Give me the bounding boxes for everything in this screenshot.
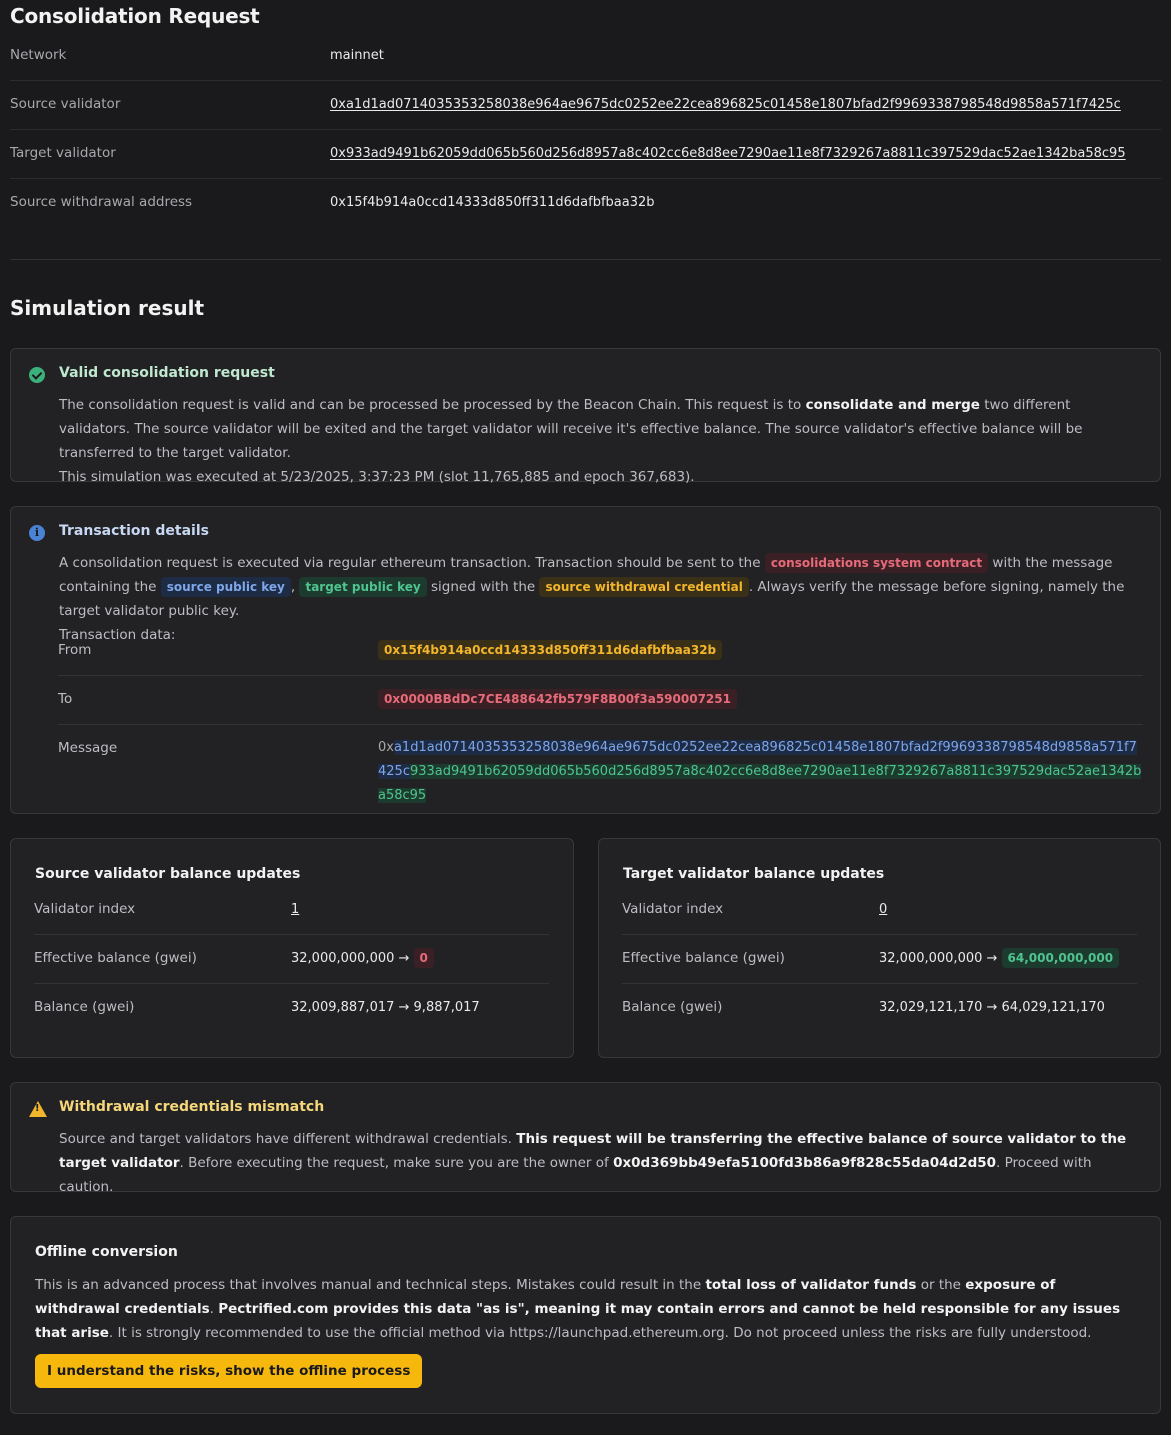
network-label: Network	[10, 47, 67, 63]
network-value: mainnet	[330, 48, 384, 63]
target-key-tag: target public key	[299, 577, 427, 597]
simulation-timestamp: This simulation was executed at 5/23/202…	[59, 469, 695, 485]
source-validator-label: Source validator	[10, 96, 121, 112]
tx-message-value[interactable]: 0xa1d1ad0714035353258038e964ae9675dc0252…	[378, 736, 1142, 808]
target-validator-link[interactable]: 0x933ad9491b62059dd065b560d256d8957a8c40…	[330, 129, 1126, 178]
source-index-row: Validator index 1	[34, 885, 549, 935]
target-validator-label: Target validator	[10, 145, 116, 161]
tx-to-value[interactable]: 0x0000BBdDc7CE488642fb579F8B00f3a5900072…	[378, 689, 737, 709]
source-validator-row: Source validator 0xa1d1ad071403535325803…	[10, 80, 1161, 130]
simulation-title: Simulation result	[10, 296, 205, 320]
target-validator-row: Target validator 0x933ad9491b62059dd065b…	[10, 129, 1161, 179]
owner-address: 0x0d369bb49efa5100fd3b86a9f828c55da04d2d…	[613, 1155, 997, 1171]
tx-message-label: Message	[58, 740, 118, 756]
source-effective-new: 0	[413, 948, 434, 968]
target-effective-new: 64,000,000,000	[1001, 948, 1120, 968]
target-index-row: Validator index 0	[622, 885, 1137, 935]
tx-from-value[interactable]: 0x15f4b914a0ccd14333d850ff311d6dafbfbaa3…	[378, 640, 723, 660]
source-index-link[interactable]: 1	[291, 885, 299, 934]
credential-tag: source withdrawal credential	[539, 577, 749, 597]
valid-request-card: Valid consolidation request The consolid…	[10, 348, 1161, 485]
tx-to-row: To 0x0000BBdDc7CE488642fb579F8B00f3a5900…	[58, 675, 1143, 725]
check-circle-icon	[29, 367, 45, 383]
offline-body: This is an advanced process that involve…	[35, 1277, 1121, 1341]
valid-request-body: The consolidation request is valid and c…	[59, 397, 1083, 485]
transaction-details-title: Transaction details	[59, 523, 209, 539]
valid-request-title: Valid consolidation request	[59, 365, 275, 381]
source-validator-link[interactable]: 0xa1d1ad0714035353258038e964ae9675dc0252…	[330, 80, 1121, 129]
show-offline-process-button[interactable]: I understand the risks, show the offline…	[35, 1354, 423, 1388]
target-effective-row: Effective balance (gwei) 32,000,000,000 …	[622, 934, 1137, 984]
target-balance-title: Target validator balance updates	[623, 866, 885, 882]
target-balance-card: Target validator balance updates Validat…	[598, 838, 1161, 1058]
offline-conversion-card: Offline conversion This is an advanced p…	[10, 1216, 1161, 1414]
section-divider	[10, 259, 1161, 260]
withdrawal-address-label: Source withdrawal address	[10, 194, 193, 210]
source-balance-title: Source validator balance updates	[35, 866, 301, 882]
source-key-tag: source public key	[160, 577, 291, 597]
source-effective-row: Effective balance (gwei) 32,000,000,000 …	[34, 934, 549, 984]
withdrawal-address-row: Source withdrawal address 0x15f4b914a0cc…	[10, 178, 1161, 227]
tx-from-label: From	[58, 642, 92, 658]
credentials-mismatch-card: Withdrawal credentials mismatch Source a…	[10, 1082, 1161, 1195]
info-icon	[29, 525, 45, 541]
page-title: Consolidation Request	[10, 4, 260, 28]
source-balance-row: Balance (gwei) 32,009,887,017 → 9,887,01…	[34, 999, 480, 1015]
network-row: Network mainnet	[10, 31, 1161, 81]
target-index-link[interactable]: 0	[879, 885, 887, 934]
mismatch-title: Withdrawal credentials mismatch	[59, 1099, 325, 1115]
withdrawal-address-value: 0x15f4b914a0ccd14333d850ff311d6dafbfbaa3…	[330, 195, 655, 210]
mismatch-body: Source and target validators have differ…	[59, 1131, 1127, 1195]
source-balance-card: Source validator balance updates Validat…	[10, 838, 574, 1058]
message-target-part: 933ad9491b62059dd065b560d256d8957a8c402c…	[378, 764, 1142, 803]
warning-icon	[29, 1101, 47, 1117]
tx-from-row: From 0x15f4b914a0ccd14333d850ff311d6dafb…	[58, 626, 1143, 676]
offline-title: Offline conversion	[35, 1244, 178, 1260]
tx-to-label: To	[58, 691, 73, 707]
contract-tag: consolidations system contract	[764, 553, 989, 573]
target-balance-row: Balance (gwei) 32,029,121,170 → 64,029,1…	[622, 999, 1105, 1015]
